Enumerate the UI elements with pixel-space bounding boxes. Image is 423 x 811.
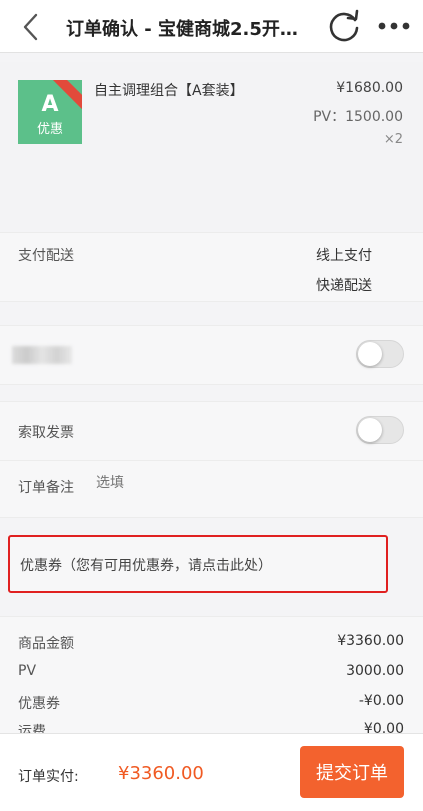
summary-row: PV 3000.00 <box>18 663 404 685</box>
coupon-row[interactable]: 优惠券（您有可用优惠券，请点击此处） <box>8 535 388 593</box>
more-dots-icon <box>378 22 410 30</box>
product-quantity: ×2 <box>383 132 403 147</box>
payment-shipping-label: 支付配送 <box>18 248 74 264</box>
submit-order-button[interactable]: 提交订单 <box>300 746 404 798</box>
page-title: 订单确认 - 宝健商城2.5开… <box>66 19 298 40</box>
back-button[interactable] <box>14 10 48 44</box>
remark-row: 订单备注 <box>0 460 423 518</box>
summary-label: 商品金额 <box>18 636 74 652</box>
refresh-button[interactable] <box>326 8 362 44</box>
option-toggle[interactable] <box>356 340 404 368</box>
payment-method: 线上支付 <box>316 248 372 264</box>
summary-value: -¥0.00 <box>358 693 404 709</box>
coupon-text: 优惠券（您有可用优惠券，请点击此处） <box>20 558 272 574</box>
toggle-knob <box>358 342 382 366</box>
summary-value: 3000.00 <box>346 663 404 679</box>
summary-row: 优惠券 -¥0.00 <box>18 693 404 715</box>
chevron-left-icon <box>23 13 38 41</box>
invoice-toggle[interactable] <box>356 416 404 444</box>
order-confirm-page: 订单确认 - 宝健商城2.5开… A 优惠 自主调理组合【A套装】 ¥1680.… <box>0 0 423 811</box>
payment-shipping-row[interactable]: 支付配送 线上支付 快递配送 <box>0 232 423 302</box>
product-item: A 优惠 自主调理组合【A套装】 ¥1680.00 PV：1500.00 ×2 <box>0 62 423 230</box>
refresh-icon <box>329 9 359 42</box>
summary-label: 优惠券 <box>18 696 60 712</box>
product-pv: PV：1500.00 <box>313 109 403 125</box>
more-button[interactable] <box>374 10 414 42</box>
thumb-letter: A <box>41 92 59 117</box>
remark-label: 订单备注 <box>18 480 74 496</box>
remark-input[interactable] <box>96 475 396 491</box>
checkout-footer: 订单实付: ¥3360.00 提交订单 <box>0 733 423 811</box>
product-price: ¥1680.00 <box>336 80 403 96</box>
thumb-caption: 优惠 <box>36 122 63 137</box>
summary-row: 商品金额 ¥3360.00 <box>18 633 404 655</box>
toggle-knob <box>358 418 382 442</box>
total-label: 订单实付: <box>18 769 79 785</box>
product-name: 自主调理组合【A套装】 <box>94 83 244 99</box>
summary-label: PV <box>18 663 37 679</box>
total-amount: ¥3360.00 <box>118 763 204 784</box>
summary-value: ¥3360.00 <box>337 633 404 649</box>
product-thumbnail[interactable]: A 优惠 <box>18 80 82 144</box>
invoice-label: 索取发票 <box>18 425 74 441</box>
top-nav-bar: 订单确认 - 宝健商城2.5开… <box>0 0 423 53</box>
invoice-row: 索取发票 <box>0 401 423 461</box>
price-summary: 商品金额 ¥3360.00 PV 3000.00 优惠券 -¥0.00 运费 ¥… <box>0 616 423 740</box>
shipping-method: 快递配送 <box>316 278 372 294</box>
blurred-label <box>12 346 72 364</box>
blurred-option-row <box>0 325 423 385</box>
